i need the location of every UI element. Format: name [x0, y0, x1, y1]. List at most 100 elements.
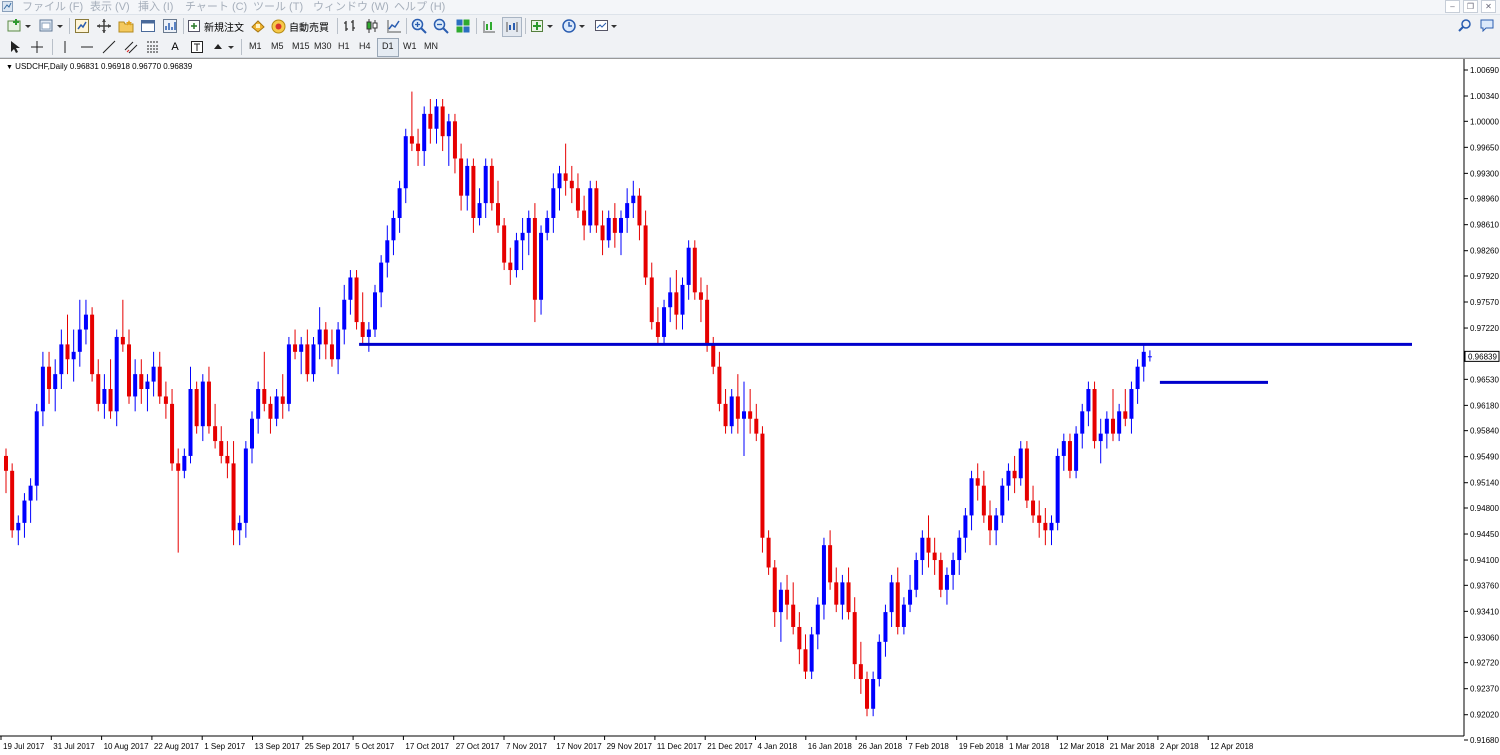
menu-help[interactable]: ヘルプ (H): [394, 0, 445, 14]
navigator-button[interactable]: [117, 17, 135, 35]
candle: [711, 336, 716, 375]
arrows-icon: [214, 44, 234, 49]
price-tick-label: 0.98260: [1470, 247, 1499, 256]
price-chart[interactable]: 1.00690 1.00340 1.00000 0.99650 0.99300 0.989…: [0, 59, 1500, 755]
candle: [858, 641, 863, 694]
text-label-button[interactable]: [188, 38, 206, 56]
chat-icon[interactable]: [1480, 18, 1494, 32]
candle-chart-button[interactable]: [363, 17, 381, 35]
bar-chart-button[interactable]: [341, 17, 359, 35]
tester-button[interactable]: [161, 17, 179, 35]
auto-trading-button[interactable]: 自動売買: [271, 17, 333, 35]
menu-file[interactable]: ファイル (F): [22, 0, 83, 14]
chart-shift-icon: [483, 21, 495, 33]
candle: [133, 359, 138, 412]
candle-body: [988, 515, 992, 531]
candle: [1080, 403, 1085, 449]
timeframe-h4[interactable]: H4: [355, 38, 375, 55]
menu-insert[interactable]: 挿入 (I): [138, 0, 173, 14]
indicators-button[interactable]: [529, 17, 557, 35]
menu-tools[interactable]: ツール (T): [253, 0, 303, 14]
candle: [1086, 381, 1091, 427]
candle-body: [1123, 411, 1128, 419]
channel-button[interactable]: [122, 38, 140, 56]
candle: [182, 448, 187, 479]
timeframe-w1[interactable]: W1: [399, 38, 421, 55]
data-window-button[interactable]: [95, 17, 113, 35]
vertical-line-button[interactable]: [56, 38, 74, 56]
search-icon[interactable]: [1458, 18, 1472, 32]
meta-editor-button[interactable]: [249, 17, 267, 35]
candle: [1061, 433, 1066, 471]
candle-body: [237, 522, 242, 531]
timeframe-m30[interactable]: M30: [310, 38, 336, 55]
candle-body: [336, 329, 341, 360]
candle: [1024, 441, 1029, 508]
candle: [237, 515, 242, 546]
periods-button[interactable]: [561, 17, 589, 35]
fibonacci-button[interactable]: [144, 38, 162, 56]
template-icon: [595, 20, 617, 31]
cursor-button[interactable]: [6, 38, 24, 56]
candle-body: [342, 299, 347, 330]
tile-windows-button[interactable]: [454, 17, 472, 35]
arrows-button[interactable]: [210, 38, 238, 56]
zoom-in-button[interactable]: [410, 17, 428, 35]
menu-window[interactable]: ウィンドウ (W): [313, 0, 389, 14]
profiles-button[interactable]: [38, 17, 66, 35]
timeframe-m5[interactable]: M5: [267, 38, 288, 55]
candle: [1111, 389, 1115, 442]
candle: [612, 203, 617, 248]
candle-body: [1111, 418, 1115, 434]
crosshair-button[interactable]: [28, 38, 46, 56]
candle: [944, 567, 949, 605]
new-order-button[interactable]: 新規注文: [187, 17, 245, 35]
candle: [286, 336, 291, 412]
terminal-button[interactable]: [139, 17, 157, 35]
zoom-out-button[interactable]: [432, 17, 450, 35]
close-icon[interactable]: ✕: [1481, 0, 1496, 13]
menu-view[interactable]: 表示 (V): [90, 0, 130, 14]
candle-body: [662, 307, 667, 337]
new-chart-button[interactable]: [6, 17, 34, 35]
timeframe-d1[interactable]: D1: [377, 38, 399, 57]
candle: [342, 284, 347, 345]
candle-body: [938, 560, 943, 590]
minimize-icon[interactable]: –: [1445, 0, 1460, 13]
candle-body: [508, 262, 513, 271]
autoscroll-button[interactable]: [502, 17, 522, 37]
candle: [643, 210, 648, 285]
text-tool-icon: A: [171, 41, 179, 53]
timeframe-mn[interactable]: MN: [420, 38, 442, 55]
candle-body: [250, 418, 254, 449]
restore-icon[interactable]: ❐: [1463, 0, 1478, 13]
candle: [821, 537, 826, 620]
candle: [901, 597, 906, 635]
templates-button[interactable]: [593, 17, 621, 35]
candle: [385, 225, 390, 278]
candle: [526, 210, 531, 256]
candle-body: [920, 537, 925, 561]
candle: [329, 329, 334, 367]
candle: [1123, 389, 1128, 427]
candle: [114, 329, 119, 427]
collapse-arrow-icon[interactable]: ▼: [6, 64, 13, 71]
bar-chart-icon: [344, 20, 355, 31]
candle: [10, 463, 15, 538]
candle: [96, 359, 101, 412]
horizontal-line-button[interactable]: [78, 38, 96, 56]
menu-chart[interactable]: チャート (C): [185, 0, 247, 14]
trendline-button[interactable]: [100, 38, 118, 56]
candle: [692, 240, 697, 300]
chart-window[interactable]: 1.00690 1.00340 1.00000 0.99650 0.99300 0.989…: [0, 58, 1500, 755]
candle-body: [563, 173, 568, 181]
chart-shift-button[interactable]: [480, 17, 498, 35]
line-chart-button[interactable]: [385, 17, 403, 35]
candle: [243, 441, 248, 538]
candle: [268, 396, 273, 434]
timeframe-m1[interactable]: M1: [245, 38, 266, 55]
text-button[interactable]: A: [166, 38, 184, 56]
autoscroll-icon: [506, 22, 518, 32]
market-watch-button[interactable]: [73, 17, 91, 35]
timeframe-h1[interactable]: H1: [334, 38, 354, 55]
